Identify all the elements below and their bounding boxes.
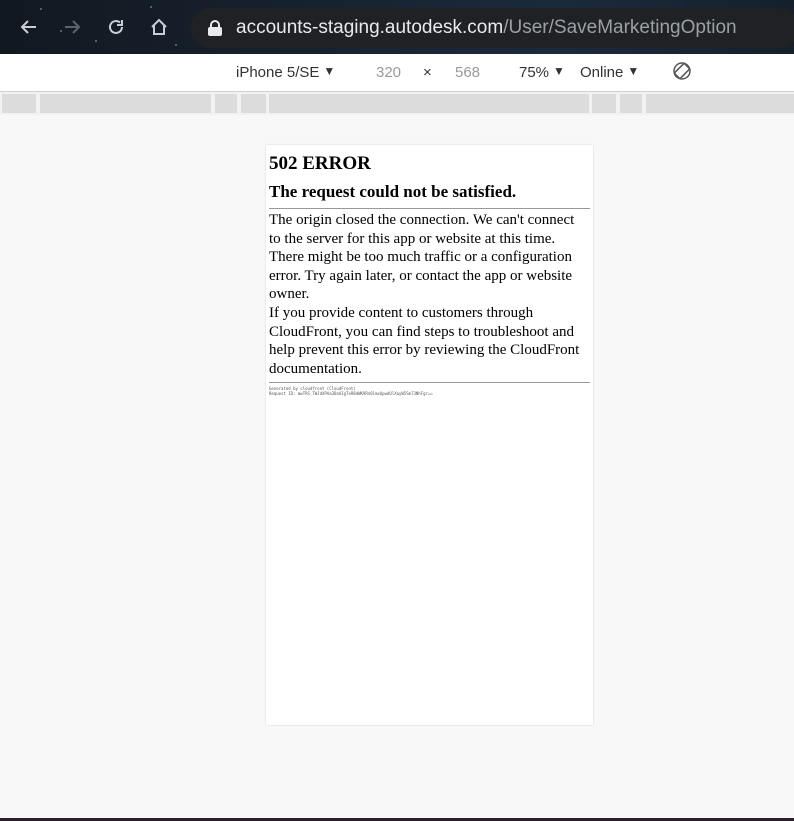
width-input[interactable]: 320 — [376, 64, 401, 81]
media-query-segment[interactable] — [241, 94, 266, 113]
network-value: Online — [580, 64, 624, 81]
home-button[interactable] — [144, 12, 174, 42]
media-query-segment[interactable] — [620, 94, 642, 113]
url-text[interactable]: accounts-staging.autodesk.com/User/SaveM… — [236, 17, 737, 39]
network-throttle-select[interactable]: Online ▼ — [580, 64, 639, 81]
zoom-select[interactable]: 75% ▼ — [519, 64, 565, 81]
home-icon — [151, 18, 167, 35]
forward-button[interactable] — [57, 12, 87, 42]
arrow-left-icon — [20, 20, 36, 34]
background-star — [150, 6, 152, 8]
chevron-down-icon: ▼ — [553, 64, 565, 78]
request-footer: Generated by cloudfront (CloudFront) Req… — [269, 386, 433, 396]
error-paragraph: The origin closed the connection. We can… — [269, 212, 575, 303]
media-query-segment[interactable] — [215, 94, 237, 113]
device-name: iPhone 5/SE — [236, 64, 320, 81]
divider — [269, 208, 590, 209]
media-query-segment[interactable] — [646, 94, 794, 113]
error-heading: 502 ERROR — [269, 153, 371, 174]
media-query-segment[interactable] — [40, 94, 211, 113]
height-input[interactable]: 568 — [455, 64, 480, 81]
divider — [269, 382, 590, 383]
url-path: /User/SaveMarketingOption — [503, 17, 737, 38]
back-button[interactable] — [14, 12, 44, 42]
reload-icon — [109, 19, 123, 34]
error-subheading: The request could not be satisfied. — [269, 182, 517, 201]
device-select[interactable]: iPhone 5/SE ▼ — [236, 64, 335, 81]
browser-titlebar: accounts-staging.autodesk.com/User/SaveM… — [0, 0, 794, 54]
arrow-right-icon — [65, 20, 81, 34]
chevron-down-icon: ▼ — [323, 64, 336, 78]
lock-icon[interactable] — [208, 20, 222, 36]
error-paragraph: If you provide content to customers thro… — [269, 304, 580, 377]
footer-request-id: Request ID: mwTRS_TWJdXPAa3DaAIgTeR8dWK9… — [269, 391, 433, 396]
background-star — [95, 40, 97, 42]
url-domain: accounts-staging.autodesk.com — [236, 17, 504, 38]
media-query-segment[interactable] — [2, 94, 36, 113]
reload-button[interactable] — [101, 12, 131, 42]
background-star — [175, 44, 177, 46]
address-bar[interactable]: accounts-staging.autodesk.com/User/SaveM… — [190, 8, 794, 48]
media-query-segment[interactable] — [592, 94, 616, 113]
background-star — [40, 8, 42, 10]
media-query-bar — [0, 92, 794, 115]
chevron-down-icon: ▼ — [627, 64, 640, 78]
error-body: The origin closed the connection. We can… — [269, 211, 581, 378]
dimension-separator: × — [423, 64, 432, 81]
media-query-segment[interactable] — [269, 94, 589, 113]
zoom-value: 75% — [519, 64, 550, 81]
device-viewport: 502 ERROR The request could not be satis… — [266, 145, 593, 725]
rotate-icon[interactable] — [672, 61, 692, 81]
